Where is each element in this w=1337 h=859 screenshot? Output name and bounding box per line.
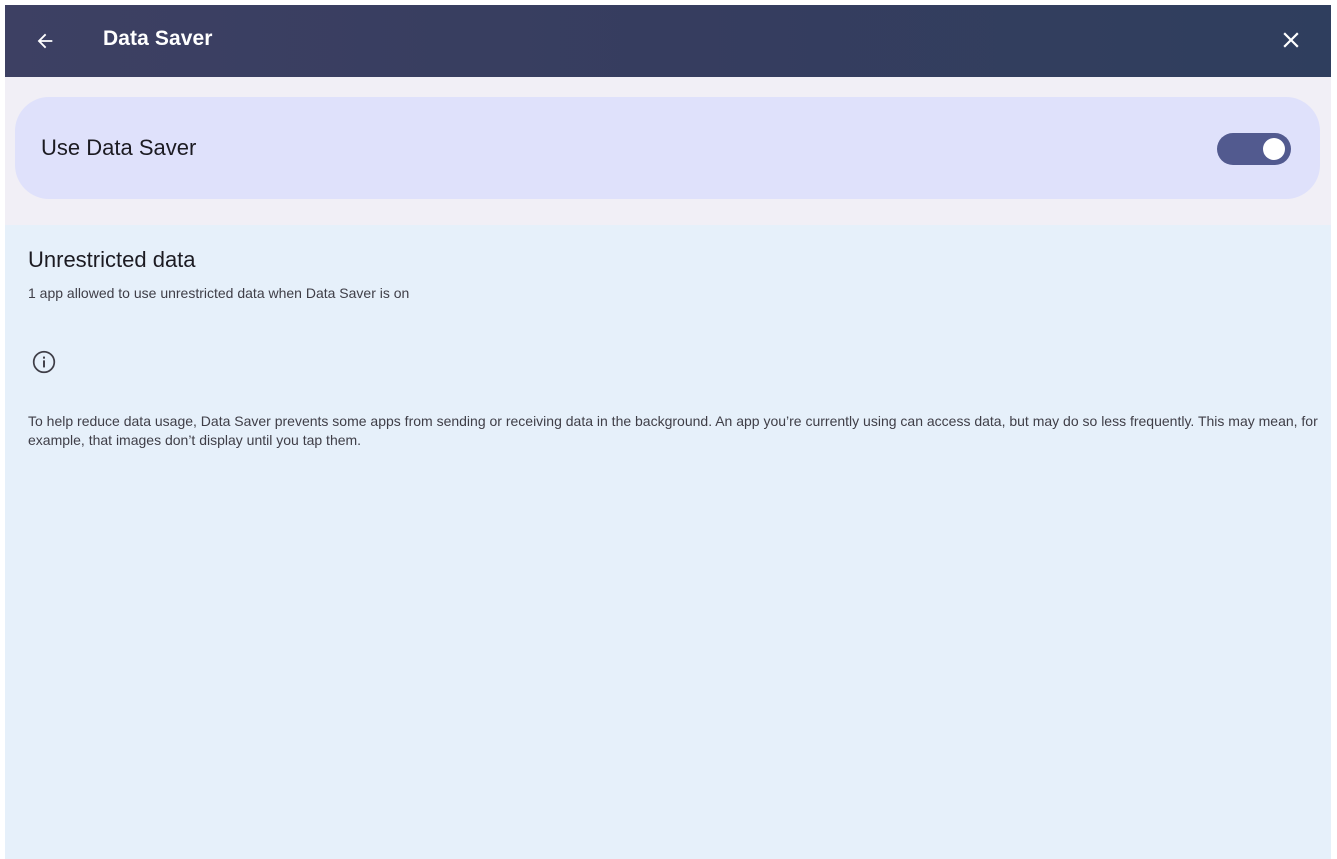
arrow-back-icon <box>37 33 53 49</box>
data-saver-switch[interactable] <box>1217 133 1291 165</box>
switch-thumb <box>1263 138 1285 160</box>
data-saver-description: To help reduce data usage, Data Saver pr… <box>28 413 1318 448</box>
info-icon <box>32 350 56 374</box>
settings-window: Data Saver Use Data Saver Unrestricted d… <box>5 5 1331 859</box>
toggle-section: Use Data Saver <box>5 77 1331 225</box>
page-title: Data Saver <box>103 27 213 50</box>
app-bar: Data Saver <box>5 5 1331 77</box>
unrestricted-data-summary: 1 app allowed to use unrestricted data w… <box>28 285 410 301</box>
unrestricted-data-title: Unrestricted data <box>28 247 196 272</box>
close-icon <box>1283 32 1299 48</box>
back-button[interactable] <box>27 23 63 59</box>
close-button[interactable] <box>1273 22 1309 58</box>
use-data-saver-toggle-row[interactable]: Use Data Saver <box>15 97 1320 199</box>
toggle-label: Use Data Saver <box>41 135 197 160</box>
unrestricted-data-item[interactable]: Unrestricted data 1 app allowed to use u… <box>5 237 1331 307</box>
